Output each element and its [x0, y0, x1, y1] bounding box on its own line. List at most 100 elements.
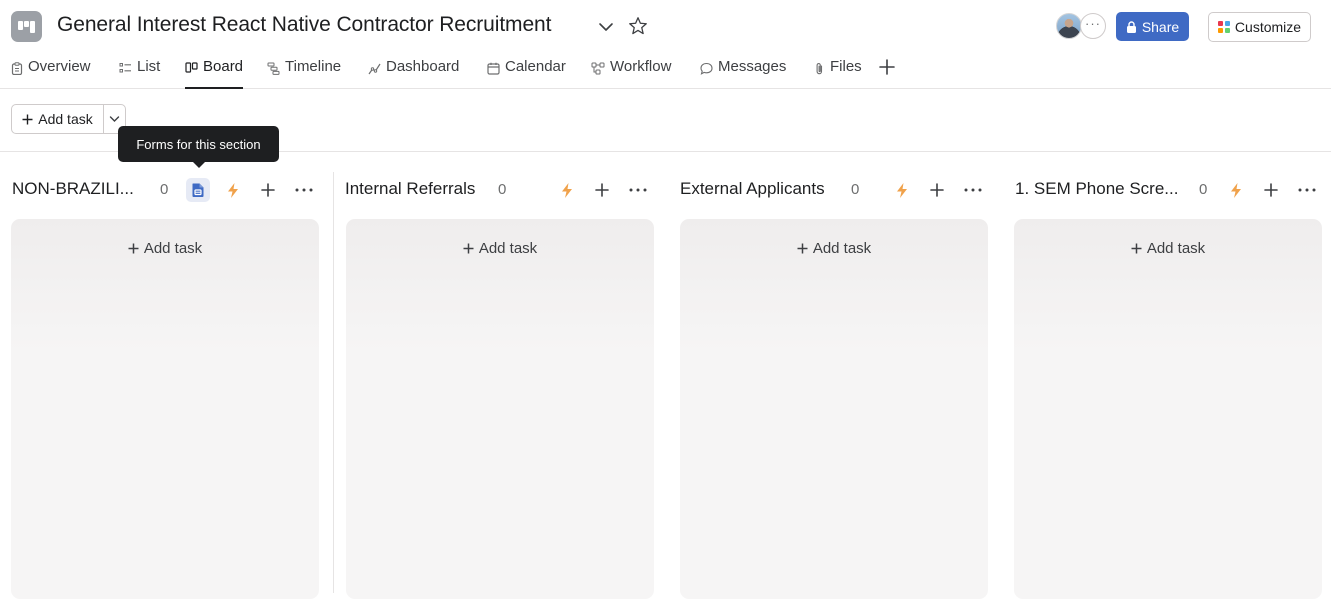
plus-icon: [22, 114, 33, 124]
timeline-icon: [267, 62, 280, 75]
lightning-icon: [562, 182, 572, 198]
column-more-button[interactable]: [626, 178, 650, 202]
star-icon[interactable]: [627, 15, 649, 37]
more-members-icon[interactable]: ···: [1080, 13, 1106, 39]
lightning-icon: [1231, 182, 1241, 198]
board-column: 1. SEM Phone Scre... 0 Add task: [1002, 152, 1331, 599]
more-horizontal-icon: [964, 188, 982, 192]
lightning-icon: [897, 182, 907, 198]
tab-board[interactable]: Board: [185, 56, 244, 89]
forms-button[interactable]: [186, 178, 210, 202]
project-title[interactable]: General Interest React Native Contractor…: [57, 13, 551, 37]
board-column: NON-BRAZILI... 0 Add task: [0, 152, 333, 599]
tab-label: Messages: [718, 58, 787, 75]
add-tab-icon[interactable]: [878, 58, 896, 76]
forms-tooltip: Forms for this section: [118, 126, 279, 162]
column-add-task-button[interactable]: Add task: [680, 240, 988, 257]
calendar-icon: [487, 62, 500, 75]
tab-list[interactable]: List: [119, 56, 160, 89]
workflow-icon: [591, 62, 605, 75]
tooltip-arrow: [192, 161, 206, 168]
add-task-to-column-button[interactable]: [925, 178, 949, 202]
rules-button[interactable]: [1224, 178, 1248, 202]
plus-icon: [797, 243, 808, 254]
column-title[interactable]: Internal Referrals: [345, 179, 475, 199]
tab-files[interactable]: Files: [814, 56, 862, 89]
add-task-split-button: Add task: [11, 104, 126, 134]
plus-icon: [1264, 183, 1278, 197]
rules-button[interactable]: [890, 178, 914, 202]
column-count: 0: [498, 181, 507, 198]
tab-label: Board: [203, 58, 244, 75]
add-task-button[interactable]: Add task: [12, 105, 104, 133]
project-header: General Interest React Native Contractor…: [0, 0, 1331, 52]
column-task-area: [680, 219, 988, 599]
member-avatar[interactable]: [1056, 13, 1082, 39]
plus-icon: [261, 183, 275, 197]
column-title[interactable]: External Applicants: [680, 179, 825, 199]
more-horizontal-icon: [1298, 188, 1316, 192]
column-more-button[interactable]: [292, 178, 316, 202]
column-add-task-button[interactable]: Add task: [1014, 240, 1322, 257]
add-task-label: Add task: [143, 240, 203, 257]
list-icon: [119, 63, 131, 73]
project-tabs: Overview List Board Timeline Dashboard C…: [0, 52, 1331, 89]
tab-timeline[interactable]: Timeline: [267, 56, 341, 89]
column-task-area: [346, 219, 654, 599]
add-task-to-column-button[interactable]: [590, 178, 614, 202]
column-title[interactable]: NON-BRAZILI...: [12, 179, 134, 199]
plus-icon: [128, 243, 139, 254]
plus-icon: [463, 243, 474, 254]
chevron-down-icon: [109, 116, 120, 122]
share-button[interactable]: Share: [1116, 12, 1189, 41]
board-icon: [185, 62, 198, 73]
customize-button[interactable]: Customize: [1208, 12, 1311, 42]
plus-icon: [1131, 243, 1142, 254]
column-task-area: [11, 219, 319, 599]
column-add-task-button[interactable]: Add task: [346, 240, 654, 257]
column-add-task-button[interactable]: Add task: [11, 240, 319, 257]
more-horizontal-icon: [295, 188, 313, 192]
clipboard-icon: [11, 62, 23, 75]
tab-overview[interactable]: Overview: [11, 56, 91, 89]
tab-workflow[interactable]: Workflow: [591, 56, 671, 89]
rules-button[interactable]: [221, 178, 245, 202]
plus-icon: [930, 183, 944, 197]
column-task-area: [1014, 219, 1322, 599]
board-area: NON-BRAZILI... 0 Add task Internal Refer…: [0, 152, 1331, 599]
column-count: 0: [160, 181, 169, 198]
tab-label: Calendar: [505, 58, 566, 75]
tab-calendar[interactable]: Calendar: [487, 56, 566, 89]
tab-label: Workflow: [610, 58, 672, 75]
tab-label: List: [137, 58, 161, 75]
tab-messages[interactable]: Messages: [700, 56, 786, 89]
tab-label: Overview: [28, 58, 91, 75]
form-icon: [192, 183, 204, 197]
add-task-to-column-button[interactable]: [1259, 178, 1283, 202]
chevron-down-icon[interactable]: [596, 17, 616, 37]
project-board-icon[interactable]: [11, 11, 42, 42]
add-task-to-column-button[interactable]: [256, 178, 280, 202]
column-count: 0: [1199, 181, 1208, 198]
share-label: Share: [1141, 18, 1180, 35]
plus-icon: [595, 183, 609, 197]
column-title[interactable]: 1. SEM Phone Scre...: [1015, 179, 1178, 199]
tab-label: Files: [830, 58, 862, 75]
add-task-label: Add task: [38, 111, 93, 127]
rules-button[interactable]: [555, 178, 579, 202]
customize-grid-icon: [1217, 21, 1230, 33]
column-count: 0: [851, 181, 860, 198]
dashboard-icon: [368, 63, 381, 75]
tab-label: Timeline: [285, 58, 342, 75]
lock-icon: [1126, 20, 1136, 33]
lightning-icon: [228, 182, 238, 198]
tab-label: Dashboard: [386, 58, 460, 75]
column-more-button[interactable]: [961, 178, 985, 202]
tab-dashboard[interactable]: Dashboard: [368, 56, 459, 89]
column-more-button[interactable]: [1295, 178, 1319, 202]
more-horizontal-icon: [629, 188, 647, 192]
add-task-label: Add task: [812, 240, 872, 257]
add-task-label: Add task: [478, 240, 538, 257]
customize-label: Customize: [1234, 19, 1302, 35]
board-column: Internal Referrals 0 Add task: [334, 152, 668, 599]
